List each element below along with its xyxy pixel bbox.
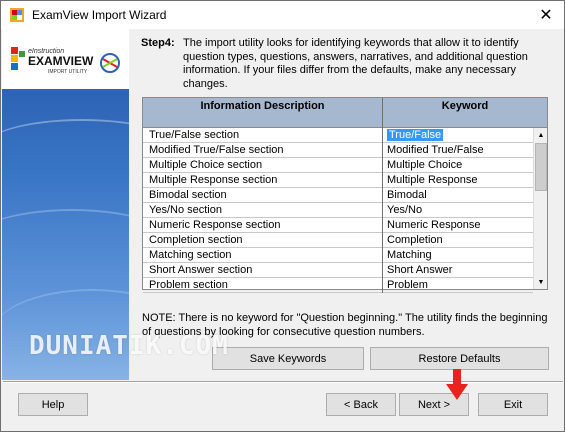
watermark: DUNIATIK.COM: [29, 331, 229, 361]
keyword-value: Bimodal: [387, 189, 427, 201]
description-cell: Modified True/False section: [143, 143, 383, 158]
table-row[interactable]: Bimodal section Bimodal: [143, 188, 533, 203]
table-row[interactable]: Numeric Response section Numeric Response: [143, 218, 533, 233]
column-header-keyword[interactable]: Keyword: [383, 98, 547, 128]
red-arrow-icon: [446, 369, 468, 400]
description-cell: True/False section: [143, 128, 383, 143]
description-cell: Short Answer section: [143, 263, 383, 278]
table-row[interactable]: Yes/No section Yes/No: [143, 203, 533, 218]
table-header: Information Description Keyword: [143, 98, 547, 128]
back-label: < Back: [344, 398, 378, 411]
description-cell: Multiple Response section: [143, 173, 383, 188]
help-label: Help: [41, 398, 65, 411]
description-cell: Bimodal section: [143, 188, 383, 203]
wizard-side-panel: eInstruction EXAMVIEW IMPORT UTILITY: [2, 29, 129, 380]
scroll-down-icon[interactable]: ▼: [534, 275, 548, 289]
keyword-cell[interactable]: Matching: [383, 248, 533, 263]
scroll-thumb[interactable]: [535, 143, 547, 191]
table-row[interactable]: Multiple Response section Multiple Respon…: [143, 173, 533, 188]
examview-logo: eInstruction EXAMVIEW IMPORT UTILITY: [2, 29, 129, 89]
step-label: Step4:: [141, 37, 175, 49]
keyword-cell[interactable]: Short Answer: [383, 263, 533, 278]
keyword-value: Numeric Response: [387, 219, 481, 231]
description-cell: Problem section: [143, 278, 383, 293]
close-icon[interactable]: ✕: [536, 5, 556, 25]
import-wizard-window: ExamView Import Wizard ✕ eInstruction EX…: [0, 0, 565, 432]
table-scrollbar[interactable]: ▲ ▼: [533, 128, 547, 289]
back-button[interactable]: < Back: [326, 393, 396, 416]
keyword-cell[interactable]: Completion: [383, 233, 533, 248]
restore-defaults-button[interactable]: Restore Defaults: [370, 347, 549, 370]
description-cell: Matching section: [143, 248, 383, 263]
save-keywords-button[interactable]: Save Keywords: [212, 347, 364, 370]
table-row[interactable]: True/False section True/False: [143, 128, 533, 143]
table-row[interactable]: Matching section Matching: [143, 248, 533, 263]
window-title: ExamView Import Wizard: [32, 8, 167, 22]
table-row[interactable]: Short Answer section Short Answer: [143, 263, 533, 278]
keyword-value: Yes/No: [387, 204, 423, 216]
keyword-cell[interactable]: True/False: [383, 128, 533, 143]
save-keywords-label: Save Keywords: [249, 352, 327, 365]
help-button[interactable]: Help: [18, 393, 88, 416]
footer-divider: [3, 381, 563, 383]
keyword-value: Multiple Response: [387, 174, 478, 186]
keyword-value: Problem: [387, 279, 428, 291]
description-cell: Numeric Response section: [143, 218, 383, 233]
keyword-cell[interactable]: Multiple Response: [383, 173, 533, 188]
logo-brand: EXAMVIEW: [28, 54, 94, 68]
keyword-cell[interactable]: Yes/No: [383, 203, 533, 218]
keyword-value: True/False: [387, 129, 444, 141]
table-row[interactable]: Modified True/False section Modified True…: [143, 143, 533, 158]
description-cell: Completion section: [143, 233, 383, 248]
description-cell: Yes/No section: [143, 203, 383, 218]
exit-button[interactable]: Exit: [478, 393, 548, 416]
keyword-cell[interactable]: Numeric Response: [383, 218, 533, 233]
keyword-value: Short Answer: [387, 264, 453, 276]
table-row[interactable]: Problem section Problem: [143, 278, 533, 293]
scroll-up-icon[interactable]: ▲: [534, 128, 548, 142]
logo-sub: IMPORT UTILITY: [48, 69, 88, 75]
table-row[interactable]: Completion section Completion: [143, 233, 533, 248]
keyword-value: Completion: [387, 234, 443, 246]
keyword-cell[interactable]: Multiple Choice: [383, 158, 533, 173]
title-bar: ExamView Import Wizard ✕: [1, 1, 564, 29]
app-icon: [10, 8, 24, 22]
keyword-cell[interactable]: Modified True/False: [383, 143, 533, 158]
table-body: True/False section True/False Modified Tru…: [143, 128, 533, 293]
description-cell: Multiple Choice section: [143, 158, 383, 173]
column-header-description[interactable]: Information Description: [143, 98, 383, 128]
restore-defaults-label: Restore Defaults: [418, 352, 501, 365]
keyword-value: Matching: [387, 249, 432, 261]
keyword-cell[interactable]: Problem: [383, 278, 533, 293]
step-description: The import utility looks for identifying…: [183, 37, 528, 90]
keyword-table: Information Description Keyword True/Fal…: [142, 97, 548, 293]
keyword-value: Modified True/False: [387, 144, 484, 156]
keyword-value: Multiple Choice: [387, 159, 463, 171]
exit-label: Exit: [503, 398, 523, 411]
table-row[interactable]: Multiple Choice section Multiple Choice: [143, 158, 533, 173]
keyword-cell[interactable]: Bimodal: [383, 188, 533, 203]
